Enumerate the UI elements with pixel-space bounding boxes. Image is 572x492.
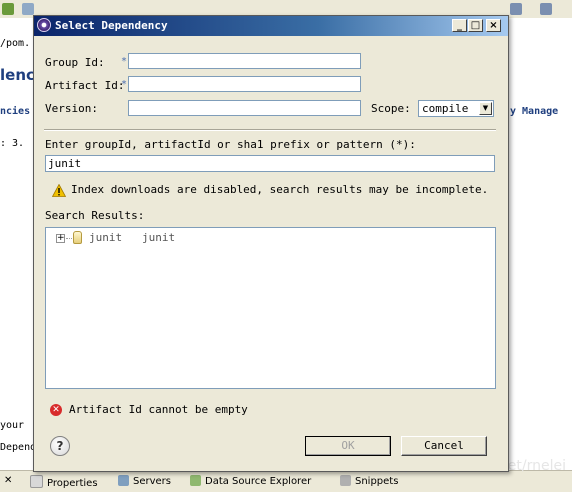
snippets-icon — [340, 475, 351, 486]
editor-fragment: : 3. — [0, 138, 25, 149]
close-button[interactable]: × — [486, 19, 501, 32]
ok-button[interactable]: OK — [305, 436, 391, 456]
jar-icon — [73, 231, 82, 244]
editor-fragment: ncies — [0, 106, 31, 117]
artifact-id-input[interactable] — [128, 76, 361, 92]
tree-item-label: junit junit — [89, 231, 176, 244]
version-input[interactable] — [128, 100, 361, 116]
group-id-label: Group Id: — [45, 56, 105, 69]
scope-value: compile — [422, 102, 469, 115]
select-dependency-dialog: Select Dependency _ □ × Group Id: * Arti… — [33, 15, 509, 472]
back-icon[interactable] — [510, 3, 522, 15]
warning-message: Index downloads are disabled, search res… — [71, 183, 489, 196]
required-marker: * — [121, 56, 128, 67]
eclipse-icon — [37, 18, 51, 32]
close-icon[interactable]: ✕ — [4, 475, 12, 486]
search-label: Enter groupId, artifactId or sha1 prefix… — [45, 138, 416, 151]
tab-properties[interactable]: Properties — [30, 475, 98, 489]
search-results-label: Search Results: — [45, 209, 145, 222]
version-label: Version: — [45, 102, 98, 115]
run-icon[interactable] — [2, 3, 14, 15]
data-source-icon — [190, 475, 201, 486]
separator — [44, 129, 496, 131]
editor-fragment: Depend — [0, 442, 37, 453]
search-results-tree[interactable]: + junit junit — [45, 227, 496, 389]
tab-servers[interactable]: Servers — [118, 475, 171, 487]
servers-icon — [118, 475, 129, 486]
properties-icon — [30, 475, 43, 488]
search-input[interactable] — [45, 155, 495, 172]
minimize-button[interactable]: _ — [452, 19, 467, 32]
tab-data-source-explorer[interactable]: Data Source Explorer — [190, 475, 311, 487]
dialog-titlebar[interactable]: Select Dependency _ □ × — [34, 16, 508, 36]
required-marker: * — [121, 79, 128, 90]
artifact-id-label: Artifact Id: — [45, 79, 125, 92]
tool-icon[interactable] — [22, 3, 34, 15]
expand-icon[interactable]: + — [56, 234, 65, 243]
scope-label: Scope: — [371, 102, 411, 115]
dialog-title: Select Dependency — [55, 19, 168, 32]
error-icon: ✕ — [50, 404, 62, 416]
chevron-down-icon[interactable]: ▼ — [479, 102, 492, 115]
error-message: Artifact Id cannot be empty — [69, 403, 248, 416]
tab-snippets[interactable]: Snippets — [340, 475, 398, 487]
group-id-input[interactable] — [128, 53, 361, 69]
tree-item[interactable]: + junit junit — [46, 228, 495, 246]
editor-fragment: y Manage — [510, 106, 559, 117]
editor-fragment: lenc — [0, 66, 35, 84]
editor-fragment: /pom. — [0, 38, 31, 49]
maximize-button[interactable]: □ — [468, 19, 483, 32]
warning-icon — [52, 184, 66, 197]
editor-fragment: your — [0, 420, 25, 431]
cancel-button[interactable]: Cancel — [401, 436, 487, 456]
scope-dropdown[interactable]: compile ▼ — [418, 100, 494, 117]
tree-connector — [66, 238, 72, 239]
help-icon[interactable]: ? — [50, 436, 70, 456]
forward-icon[interactable] — [540, 3, 552, 15]
